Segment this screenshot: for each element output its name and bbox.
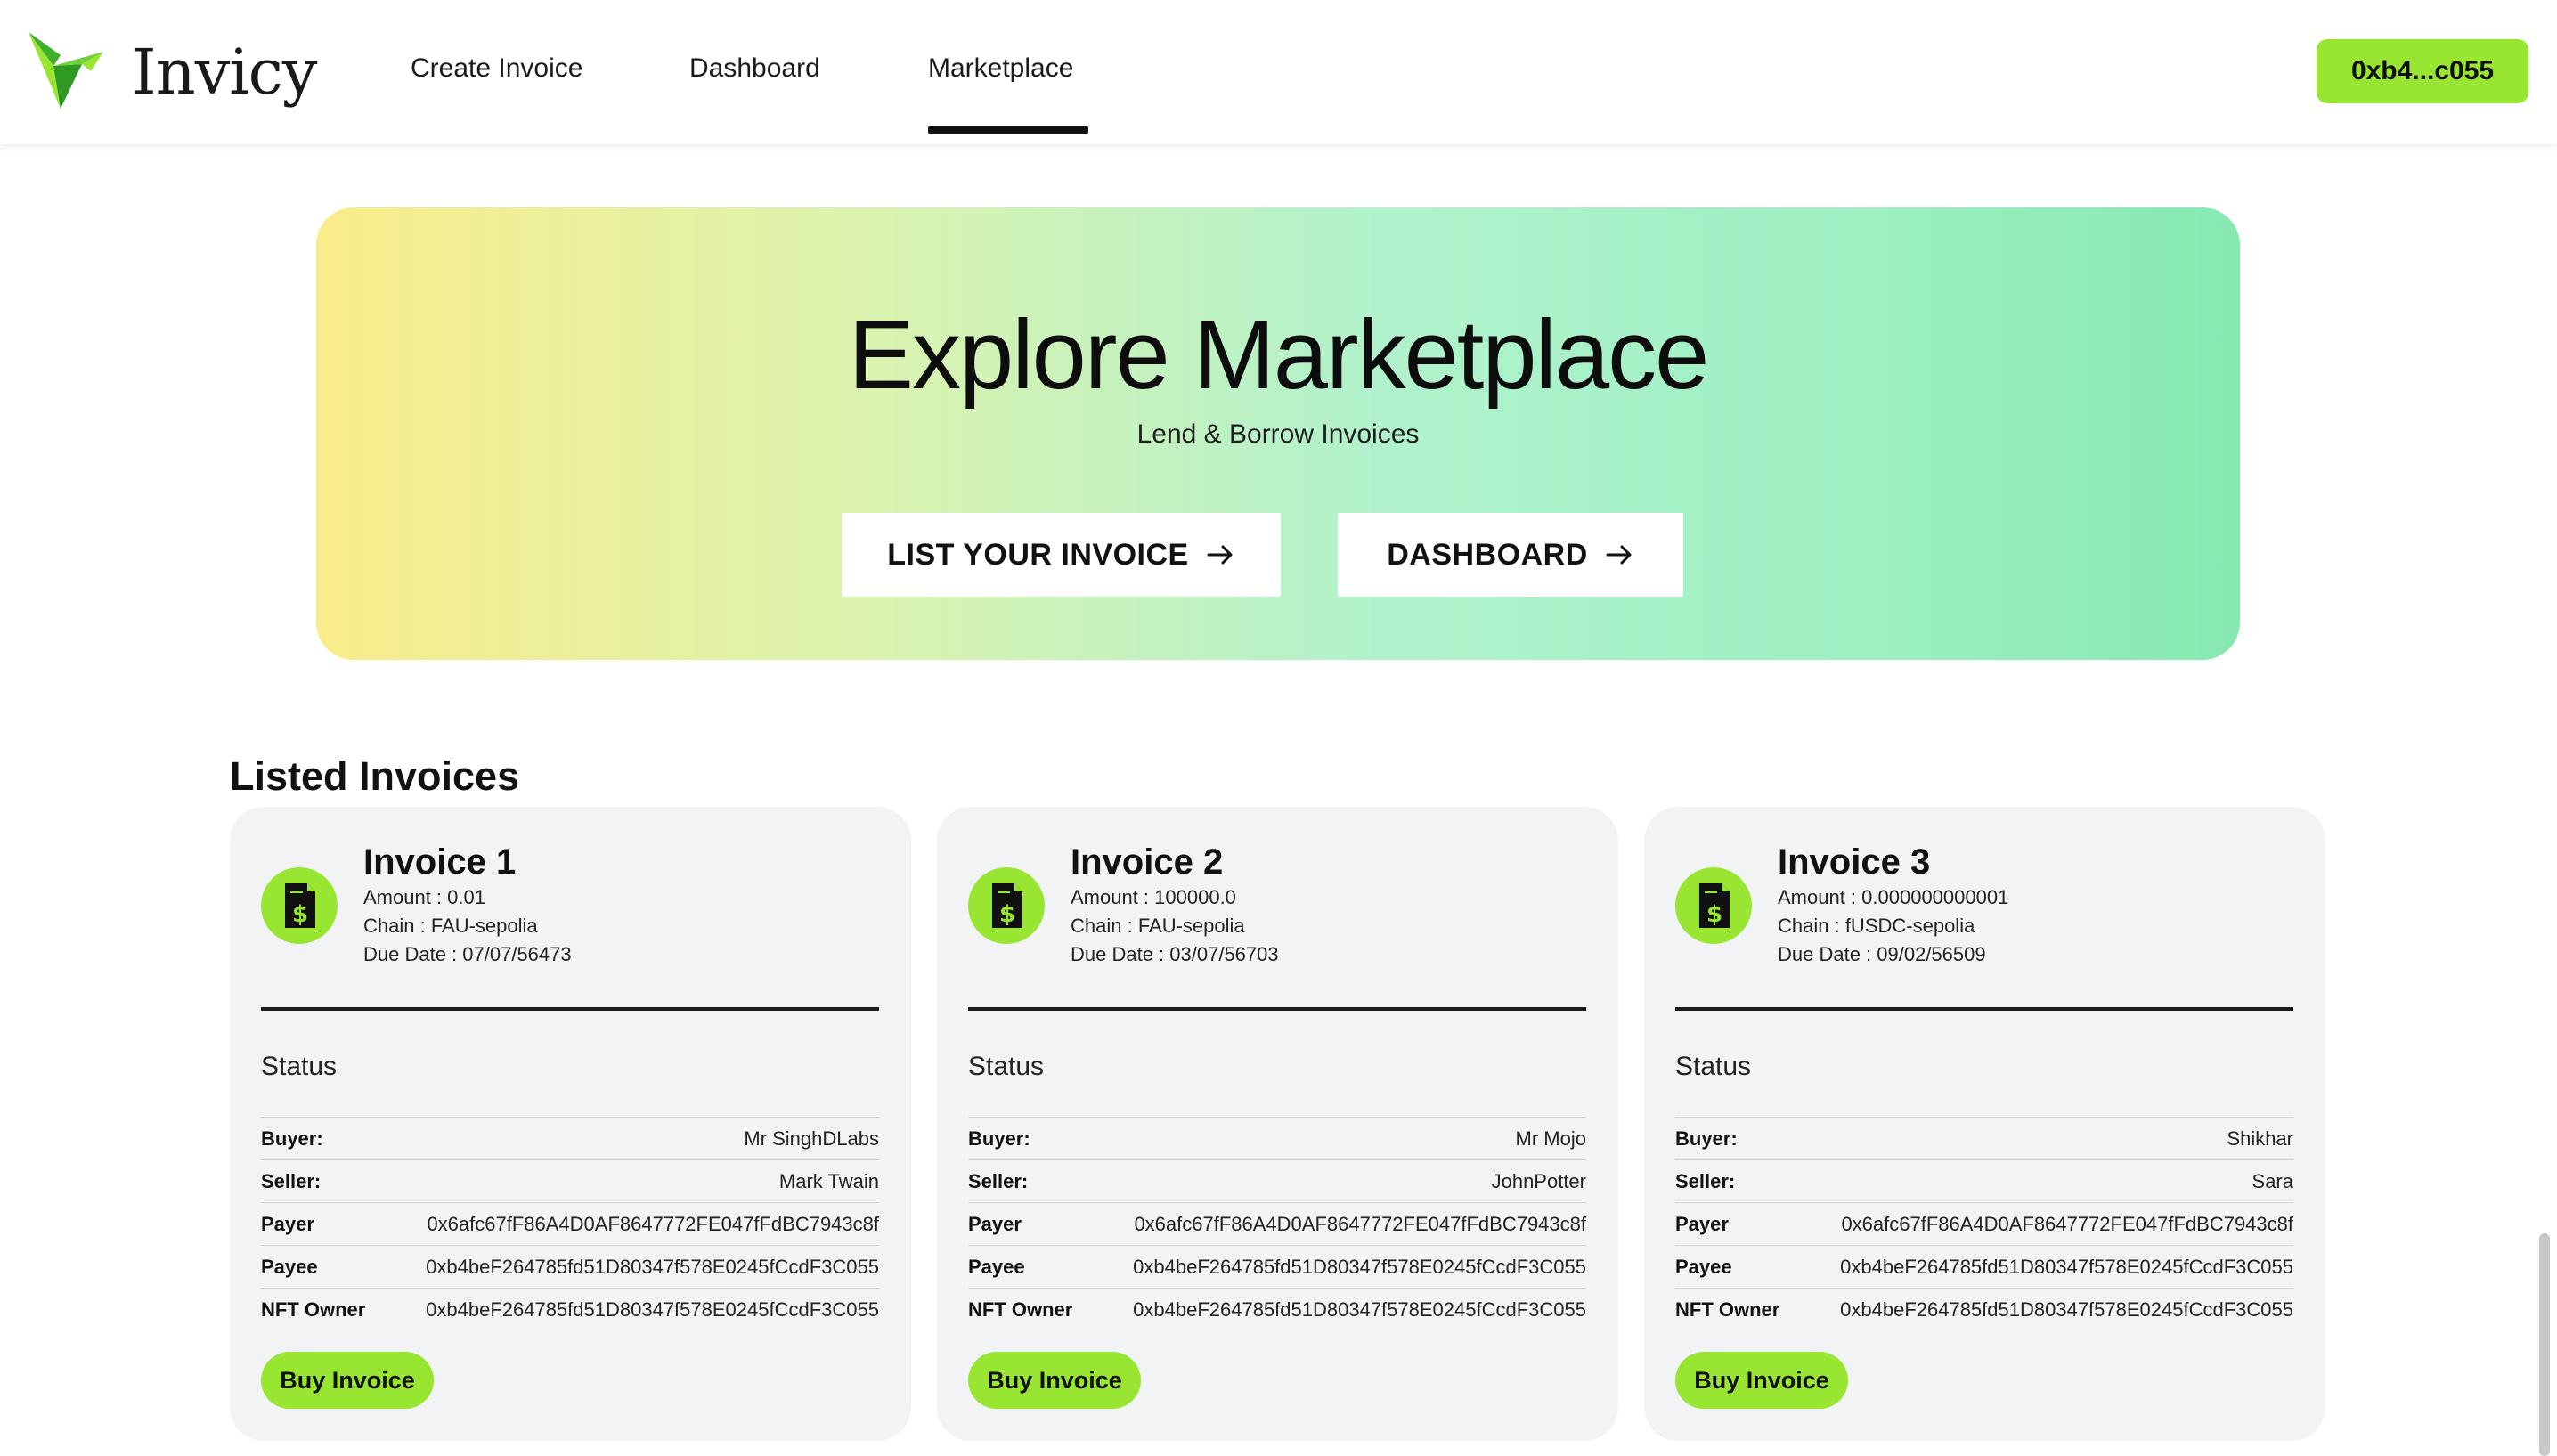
nft-owner-row: NFT Owner 0xb4beF264785fd51D80347f578E024… bbox=[1675, 1288, 2293, 1330]
svg-text:$: $ bbox=[1706, 901, 1722, 928]
seller-row: Seller: Mark Twain bbox=[261, 1159, 879, 1202]
invoice-title: Invoice 2 bbox=[1071, 842, 1224, 882]
nft-owner-value: 0xb4beF264785fd51D80347f578E0245fCcdF3C0… bbox=[426, 1297, 879, 1321]
buyer-value: Mr Mojo bbox=[1515, 1127, 1586, 1150]
seller-value: Mark Twain bbox=[778, 1169, 879, 1192]
payee-value: 0xb4beF264785fd51D80347f578E0245fCcdF3C0… bbox=[1840, 1255, 2293, 1278]
brand-name[interactable]: Invicy bbox=[132, 36, 317, 109]
nft-owner-label: NFT Owner bbox=[261, 1297, 366, 1321]
invoice-card: $ Invoice 1 Amount : 0.01 Chain : FAU-se… bbox=[230, 807, 911, 1441]
buyer-row: Buyer: Mr Mojo bbox=[968, 1117, 1586, 1159]
invoice-due-date: Due Date : 03/07/56703 bbox=[1071, 943, 1279, 965]
buyer-label: Buyer: bbox=[1675, 1127, 1738, 1150]
buyer-row: Buyer: Shikhar bbox=[1675, 1117, 2293, 1159]
invoice-title: Invoice 1 bbox=[363, 842, 517, 882]
invoice-due-date: Due Date : 07/07/56473 bbox=[363, 943, 572, 965]
status-label: Status bbox=[261, 1052, 338, 1081]
list-your-invoice-button[interactable]: LIST YOUR INVOICE bbox=[842, 513, 1281, 597]
payer-value: 0x6afc67fF86A4D0AF8647772FE047fFdBC7943c… bbox=[427, 1212, 879, 1235]
seller-row: Seller: JohnPotter bbox=[968, 1159, 1586, 1202]
dashboard-button-label: DASHBOARD bbox=[1387, 537, 1588, 572]
payee-row: Payee 0xb4beF264785fd51D80347f578E0245fCc… bbox=[261, 1245, 879, 1288]
seller-label: Seller: bbox=[1675, 1169, 1736, 1192]
seller-value: JohnPotter bbox=[1491, 1169, 1586, 1192]
payer-row: Payer 0x6afc67fF86A4D0AF8647772FE047fFdBC… bbox=[1675, 1202, 2293, 1245]
nav-create-invoice[interactable]: Create Invoice bbox=[411, 53, 582, 84]
buyer-value: Shikhar bbox=[2227, 1127, 2293, 1150]
bird-logo-icon[interactable] bbox=[27, 28, 111, 113]
invoice-chain: Chain : fUSDC-sepolia bbox=[1778, 915, 1975, 937]
payer-value: 0x6afc67fF86A4D0AF8647772FE047fFdBC7943c… bbox=[1134, 1212, 1586, 1235]
card-divider bbox=[968, 1007, 1586, 1011]
nft-owner-row: NFT Owner 0xb4beF264785fd51D80347f578E024… bbox=[261, 1288, 879, 1330]
hero-banner: Explore Marketplace Lend & Borrow Invoic… bbox=[316, 207, 2240, 660]
nft-owner-value: 0xb4beF264785fd51D80347f578E0245fCcdF3C0… bbox=[1133, 1297, 1586, 1321]
nft-owner-value: 0xb4beF264785fd51D80347f578E0245fCcdF3C0… bbox=[1840, 1297, 2293, 1321]
buyer-row: Buyer: Mr SinghDLabs bbox=[261, 1117, 879, 1159]
nav-marketplace[interactable]: Marketplace bbox=[928, 53, 1073, 84]
wallet-address-button[interactable]: 0xb4...c055 bbox=[2317, 39, 2528, 103]
buy-invoice-button[interactable]: Buy Invoice bbox=[968, 1352, 1141, 1409]
invoice-card: $ Invoice 2 Amount : 100000.0 Chain : FA… bbox=[937, 807, 1618, 1441]
invoice-amount: Amount : 0.01 bbox=[363, 886, 485, 908]
invoice-chain: Chain : FAU-sepolia bbox=[363, 915, 538, 937]
invoice-card: $ Invoice 3 Amount : 0.000000000001 Chai… bbox=[1644, 807, 2325, 1441]
nft-owner-label: NFT Owner bbox=[1675, 1297, 1780, 1321]
card-divider bbox=[1675, 1007, 2293, 1011]
seller-label: Seller: bbox=[968, 1169, 1029, 1192]
listed-invoices-heading: Listed Invoices bbox=[230, 753, 520, 799]
seller-value: Sara bbox=[2252, 1169, 2293, 1192]
top-navigation-bar: Invicy Create Invoice Dashboard Marketpl… bbox=[0, 0, 2557, 144]
payer-value: 0x6afc67fF86A4D0AF8647772FE047fFdBC7943c… bbox=[1841, 1212, 2293, 1235]
invoice-due-date: Due Date : 09/02/56509 bbox=[1778, 943, 1986, 965]
payee-label: Payee bbox=[968, 1255, 1025, 1278]
nft-owner-label: NFT Owner bbox=[968, 1297, 1073, 1321]
payee-row: Payee 0xb4beF264785fd51D80347f578E0245fCc… bbox=[1675, 1245, 2293, 1288]
seller-row: Seller: Sara bbox=[1675, 1159, 2293, 1202]
nft-owner-row: NFT Owner 0xb4beF264785fd51D80347f578E024… bbox=[968, 1288, 1586, 1330]
card-divider bbox=[261, 1007, 879, 1011]
payee-label: Payee bbox=[261, 1255, 318, 1278]
buyer-label: Buyer: bbox=[261, 1127, 323, 1150]
payee-value: 0xb4beF264785fd51D80347f578E0245fCcdF3C0… bbox=[426, 1255, 879, 1278]
svg-text:$: $ bbox=[292, 901, 308, 928]
invoice-amount: Amount : 0.000000000001 bbox=[1778, 886, 2009, 908]
payer-label: Payer bbox=[968, 1212, 1022, 1235]
invoice-dollar-icon: $ bbox=[261, 867, 338, 944]
dashboard-button[interactable]: DASHBOARD bbox=[1338, 513, 1683, 597]
payer-label: Payer bbox=[261, 1212, 314, 1235]
invoice-chain: Chain : FAU-sepolia bbox=[1071, 915, 1245, 937]
payer-label: Payer bbox=[1675, 1212, 1729, 1235]
invoice-title: Invoice 3 bbox=[1778, 842, 1931, 882]
svg-text:$: $ bbox=[999, 901, 1015, 928]
payee-label: Payee bbox=[1675, 1255, 1732, 1278]
buyer-value: Mr SinghDLabs bbox=[744, 1127, 879, 1150]
payer-row: Payer 0x6afc67fF86A4D0AF8647772FE047fFdBC… bbox=[261, 1202, 879, 1245]
hero-subtitle: Lend & Borrow Invoices bbox=[1136, 419, 1420, 449]
buy-invoice-button[interactable]: Buy Invoice bbox=[1675, 1352, 1848, 1409]
invoice-amount: Amount : 100000.0 bbox=[1071, 886, 1236, 908]
vertical-scrollbar[interactable] bbox=[2539, 1233, 2550, 1456]
hero-title: Explore Marketplace bbox=[848, 300, 1710, 410]
nav-dashboard[interactable]: Dashboard bbox=[689, 53, 820, 84]
status-label: Status bbox=[968, 1052, 1045, 1081]
arrow-right-icon bbox=[1207, 545, 1233, 565]
status-label: Status bbox=[1675, 1052, 1752, 1081]
arrow-right-icon bbox=[1606, 545, 1632, 565]
payer-row: Payer 0x6afc67fF86A4D0AF8647772FE047fFdBC… bbox=[968, 1202, 1586, 1245]
payee-row: Payee 0xb4beF264785fd51D80347f578E0245fCc… bbox=[968, 1245, 1586, 1288]
active-nav-indicator bbox=[928, 126, 1088, 134]
buy-invoice-button[interactable]: Buy Invoice bbox=[261, 1352, 434, 1409]
payee-value: 0xb4beF264785fd51D80347f578E0245fCcdF3C0… bbox=[1133, 1255, 1586, 1278]
invoice-dollar-icon: $ bbox=[1675, 867, 1752, 944]
buyer-label: Buyer: bbox=[968, 1127, 1030, 1150]
list-your-invoice-label: LIST YOUR INVOICE bbox=[887, 537, 1189, 572]
seller-label: Seller: bbox=[261, 1169, 322, 1192]
invoice-dollar-icon: $ bbox=[968, 867, 1045, 944]
